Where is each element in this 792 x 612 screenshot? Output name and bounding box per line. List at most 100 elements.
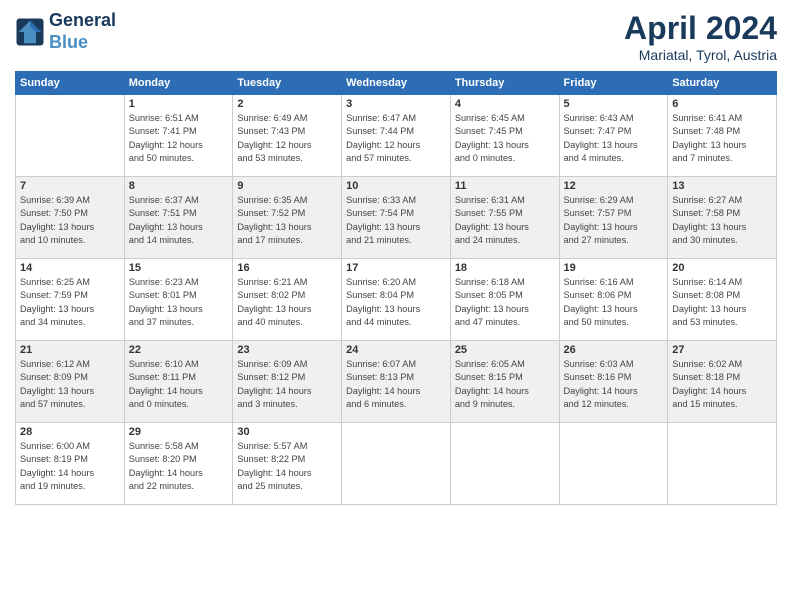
logo-text: General Blue: [49, 10, 116, 53]
location-subtitle: Mariatal, Tyrol, Austria: [624, 47, 777, 63]
calendar-cell: 12 Sunrise: 6:29 AM Sunset: 7:57 PM Dayli…: [559, 177, 668, 259]
col-header-friday: Friday: [559, 72, 668, 95]
col-header-wednesday: Wednesday: [342, 72, 451, 95]
day-number: 23: [237, 344, 337, 356]
day-number: 8: [129, 180, 229, 192]
day-number: 3: [346, 98, 446, 110]
day-number: 13: [672, 180, 772, 192]
day-number: 7: [20, 180, 120, 192]
calendar-cell: 22 Sunrise: 6:10 AM Sunset: 8:11 PM Dayli…: [124, 341, 233, 423]
title-block: April 2024 Mariatal, Tyrol, Austria: [624, 10, 777, 63]
calendar-week-row: 7 Sunrise: 6:39 AM Sunset: 7:50 PM Daylig…: [16, 177, 777, 259]
day-number: 15: [129, 262, 229, 274]
calendar-week-row: 14 Sunrise: 6:25 AM Sunset: 7:59 PM Dayli…: [16, 259, 777, 341]
day-info: Sunrise: 6:35 AM Sunset: 7:52 PM Dayligh…: [237, 194, 337, 247]
logo: General Blue: [15, 10, 116, 53]
calendar-cell: 1 Sunrise: 6:51 AM Sunset: 7:41 PM Daylig…: [124, 95, 233, 177]
day-number: 18: [455, 262, 555, 274]
calendar-week-row: 28Sunrise: 6:00 AM Sunset: 8:19 PM Dayli…: [16, 423, 777, 505]
day-number: 20: [672, 262, 772, 274]
day-info: Sunrise: 6:39 AM Sunset: 7:50 PM Dayligh…: [20, 194, 120, 247]
calendar-cell: 24 Sunrise: 6:07 AM Sunset: 8:13 PM Dayli…: [342, 341, 451, 423]
calendar-cell: 26 Sunrise: 6:03 AM Sunset: 8:16 PM Dayli…: [559, 341, 668, 423]
day-info: Sunrise: 5:58 AM Sunset: 8:20 PM Dayligh…: [129, 440, 229, 493]
calendar-cell: 20 Sunrise: 6:14 AM Sunset: 8:08 PM Dayli…: [668, 259, 777, 341]
page: General Blue April 2024 Mariatal, Tyrol,…: [0, 0, 792, 612]
calendar-cell: 30 Sunrise: 5:57 AM Sunset: 8:22 PM Dayli…: [233, 423, 342, 505]
calendar-cell: 21Sunrise: 6:12 AM Sunset: 8:09 PM Dayli…: [16, 341, 125, 423]
day-info: Sunrise: 6:03 AM Sunset: 8:16 PM Dayligh…: [564, 358, 664, 411]
day-number: 11: [455, 180, 555, 192]
calendar-cell: 11Sunrise: 6:31 AM Sunset: 7:55 PM Dayli…: [450, 177, 559, 259]
calendar-cell: 16Sunrise: 6:21 AM Sunset: 8:02 PM Dayli…: [233, 259, 342, 341]
calendar-cell: 2Sunrise: 6:49 AM Sunset: 7:43 PM Daylig…: [233, 95, 342, 177]
day-number: 22: [129, 344, 229, 356]
day-info: Sunrise: 6:41 AM Sunset: 7:48 PM Dayligh…: [672, 112, 772, 165]
day-number: 16: [237, 262, 337, 274]
calendar-cell: 8 Sunrise: 6:37 AM Sunset: 7:51 PM Daylig…: [124, 177, 233, 259]
day-info: Sunrise: 6:27 AM Sunset: 7:58 PM Dayligh…: [672, 194, 772, 247]
calendar-cell: 15Sunrise: 6:23 AM Sunset: 8:01 PM Dayli…: [124, 259, 233, 341]
calendar-cell: 6 Sunrise: 6:41 AM Sunset: 7:48 PM Daylig…: [668, 95, 777, 177]
day-number: 19: [564, 262, 664, 274]
col-header-saturday: Saturday: [668, 72, 777, 95]
day-number: 1: [129, 98, 229, 110]
day-number: 9: [237, 180, 337, 192]
day-info: Sunrise: 6:37 AM Sunset: 7:51 PM Dayligh…: [129, 194, 229, 247]
day-info: Sunrise: 5:57 AM Sunset: 8:22 PM Dayligh…: [237, 440, 337, 493]
calendar-cell: 28Sunrise: 6:00 AM Sunset: 8:19 PM Dayli…: [16, 423, 125, 505]
day-info: Sunrise: 6:33 AM Sunset: 7:54 PM Dayligh…: [346, 194, 446, 247]
calendar-header-row: SundayMondayTuesdayWednesdayThursdayFrid…: [16, 72, 777, 95]
day-info: Sunrise: 6:45 AM Sunset: 7:45 PM Dayligh…: [455, 112, 555, 165]
col-header-monday: Monday: [124, 72, 233, 95]
day-info: Sunrise: 6:09 AM Sunset: 8:12 PM Dayligh…: [237, 358, 337, 411]
calendar-cell: 17Sunrise: 6:20 AM Sunset: 8:04 PM Dayli…: [342, 259, 451, 341]
logo-icon: [15, 17, 45, 47]
logo-line1: General: [49, 10, 116, 32]
header: General Blue April 2024 Mariatal, Tyrol,…: [15, 10, 777, 63]
day-number: 5: [564, 98, 664, 110]
day-info: Sunrise: 6:02 AM Sunset: 8:18 PM Dayligh…: [672, 358, 772, 411]
calendar-cell: 7 Sunrise: 6:39 AM Sunset: 7:50 PM Daylig…: [16, 177, 125, 259]
day-number: 14: [20, 262, 120, 274]
calendar-cell: 29 Sunrise: 5:58 AM Sunset: 8:20 PM Dayli…: [124, 423, 233, 505]
month-title: April 2024: [624, 10, 777, 47]
day-number: 4: [455, 98, 555, 110]
calendar-cell: 10 Sunrise: 6:33 AM Sunset: 7:54 PM Dayli…: [342, 177, 451, 259]
calendar-cell: 3 Sunrise: 6:47 AM Sunset: 7:44 PM Daylig…: [342, 95, 451, 177]
calendar-cell: 19 Sunrise: 6:16 AM Sunset: 8:06 PM Dayli…: [559, 259, 668, 341]
day-info: Sunrise: 6:14 AM Sunset: 8:08 PM Dayligh…: [672, 276, 772, 329]
day-number: 26: [564, 344, 664, 356]
logo-line2: Blue: [49, 32, 116, 54]
col-header-tuesday: Tuesday: [233, 72, 342, 95]
day-info: Sunrise: 6:29 AM Sunset: 7:57 PM Dayligh…: [564, 194, 664, 247]
day-info: Sunrise: 6:47 AM Sunset: 7:44 PM Dayligh…: [346, 112, 446, 165]
calendar-cell: 13 Sunrise: 6:27 AM Sunset: 7:58 PM Dayli…: [668, 177, 777, 259]
day-info: Sunrise: 6:07 AM Sunset: 8:13 PM Dayligh…: [346, 358, 446, 411]
calendar-cell: [16, 95, 125, 177]
calendar-cell: [559, 423, 668, 505]
day-number: 25: [455, 344, 555, 356]
day-number: 12: [564, 180, 664, 192]
day-info: Sunrise: 6:05 AM Sunset: 8:15 PM Dayligh…: [455, 358, 555, 411]
day-number: 10: [346, 180, 446, 192]
calendar-cell: 27 Sunrise: 6:02 AM Sunset: 8:18 PM Dayli…: [668, 341, 777, 423]
day-number: 17: [346, 262, 446, 274]
day-info: Sunrise: 6:25 AM Sunset: 7:59 PM Dayligh…: [20, 276, 120, 329]
calendar-cell: [450, 423, 559, 505]
day-number: 30: [237, 426, 337, 438]
col-header-thursday: Thursday: [450, 72, 559, 95]
calendar-cell: 25 Sunrise: 6:05 AM Sunset: 8:15 PM Dayli…: [450, 341, 559, 423]
day-info: Sunrise: 6:00 AM Sunset: 8:19 PM Dayligh…: [20, 440, 120, 493]
day-info: Sunrise: 6:16 AM Sunset: 8:06 PM Dayligh…: [564, 276, 664, 329]
day-number: 29: [129, 426, 229, 438]
calendar-cell: 18Sunrise: 6:18 AM Sunset: 8:05 PM Dayli…: [450, 259, 559, 341]
day-info: Sunrise: 6:10 AM Sunset: 8:11 PM Dayligh…: [129, 358, 229, 411]
day-info: Sunrise: 6:51 AM Sunset: 7:41 PM Dayligh…: [129, 112, 229, 165]
calendar-cell: [668, 423, 777, 505]
day-number: 27: [672, 344, 772, 356]
calendar-week-row: 21Sunrise: 6:12 AM Sunset: 8:09 PM Dayli…: [16, 341, 777, 423]
day-info: Sunrise: 6:12 AM Sunset: 8:09 PM Dayligh…: [20, 358, 120, 411]
day-number: 24: [346, 344, 446, 356]
day-number: 6: [672, 98, 772, 110]
